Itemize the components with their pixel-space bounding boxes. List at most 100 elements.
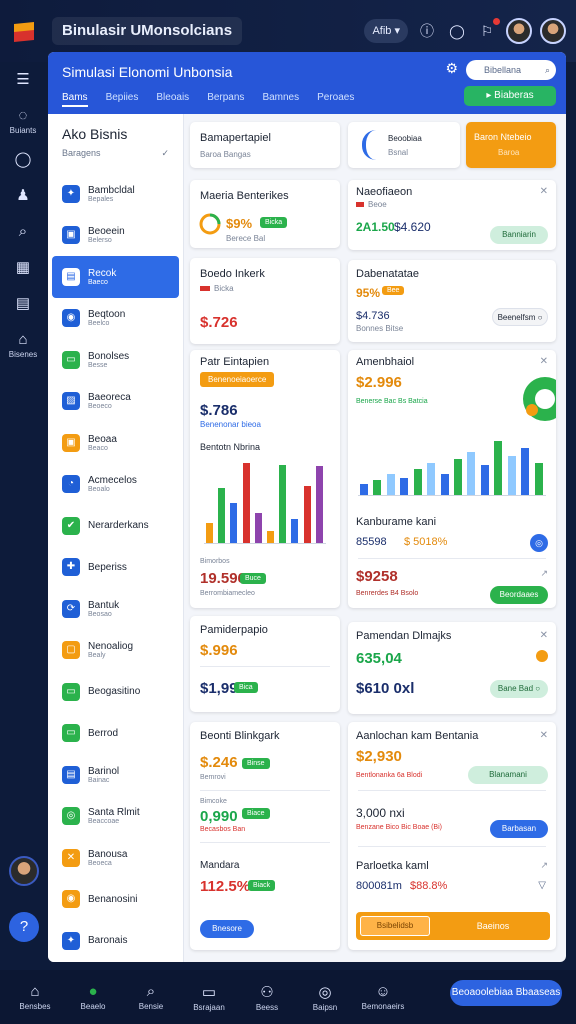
- sidebar-item-sub: Beoeco: [88, 403, 112, 411]
- sidebar-item[interactable]: ▭ Bonolses Besse: [48, 339, 183, 381]
- sidebar-item-sub: Bainac: [88, 776, 110, 784]
- nav-location[interactable]: ◎ Baipsn: [296, 983, 354, 1012]
- nav-search[interactable]: ⌕ Bensie: [122, 983, 180, 1011]
- card-value: $.996: [200, 642, 238, 659]
- sidebar-item-text: Bambcldal Bepales: [88, 185, 135, 203]
- sidebar-item[interactable]: ▨ Baeoreca Beoeco: [48, 381, 183, 423]
- tab-5[interactable]: Bamnes: [262, 92, 299, 107]
- card-highlight[interactable]: Baron Ntebeio Baroa: [466, 122, 556, 168]
- sidebar-item-text: Benanosini: [88, 894, 137, 905]
- search-input[interactable]: Bibellana ⌕: [466, 60, 556, 80]
- app-title: Binulasir UMonsolcians: [52, 17, 243, 45]
- gear-icon[interactable]: ⚙: [445, 60, 458, 77]
- sidebar-item[interactable]: ◉ Benanosini: [48, 879, 183, 921]
- sidebar-item[interactable]: ✔ Nerarderkans: [48, 505, 183, 547]
- avatar-secondary[interactable]: [540, 18, 566, 44]
- card-button[interactable]: Bane Bad ○: [490, 680, 548, 698]
- nav-inbox[interactable]: ▭ Bsrajaan: [180, 983, 238, 1012]
- sidebar-item[interactable]: ◉ Beqtoon Beelco: [48, 298, 183, 340]
- card-button[interactable]: Bnesore: [200, 920, 254, 938]
- nav-groups[interactable]: ⚇ Beess: [238, 983, 296, 1012]
- sidebar-item[interactable]: ▣ Beoaa Beaco: [48, 422, 183, 464]
- nav-home[interactable]: ⌂ Bensbes: [6, 983, 64, 1011]
- card-button[interactable]: Beordaaes: [490, 586, 548, 604]
- chat-icon[interactable]: ◯: [446, 20, 468, 42]
- help-icon[interactable]: ?: [9, 912, 39, 942]
- action-button[interactable]: Baeinos: [438, 918, 548, 934]
- sidebar-item[interactable]: ▭ Beogasitino: [48, 671, 183, 713]
- tab-2[interactable]: Bepiies: [106, 92, 139, 107]
- card-price[interactable]: Pamiderpapio $.996 $1,99 Bica: [190, 616, 340, 712]
- user-avatar[interactable]: [9, 856, 39, 886]
- sidebar-item[interactable]: ◔ Acmecelos Beoalo: [48, 464, 183, 506]
- card-region[interactable]: Pamendan Dlmajks ✕ 635,04 $610 0xl Bane …: [348, 622, 556, 714]
- card-chart-left[interactable]: Patr Eintapien Benenoeiaoerce $.786 Bene…: [190, 350, 340, 608]
- sidebar-item[interactable]: ✚ Beperiss: [48, 547, 183, 589]
- close-icon[interactable]: ✕: [540, 356, 548, 367]
- card-summary[interactable]: Bamapertapiel Baroa Bangas: [190, 122, 340, 168]
- close-icon[interactable]: ✕: [540, 186, 548, 197]
- expand-icon[interactable]: ↗: [540, 568, 548, 579]
- account-pill[interactable]: Afib ▾: [364, 19, 408, 43]
- filter-icon[interactable]: ▽: [538, 880, 546, 891]
- card-navigation[interactable]: Naeofiaeon ✕ Beoe 2A1.50 $4.620 Banniari…: [348, 180, 556, 250]
- sidebar-item[interactable]: ▤ Recok Baeco: [52, 256, 179, 298]
- card-button[interactable]: Banniarin: [490, 226, 548, 244]
- chart-bar: [315, 466, 323, 543]
- action-input[interactable]: Bsibelidsb: [360, 916, 430, 936]
- tab-6[interactable]: Peroaes: [317, 92, 354, 107]
- flag-icon: [200, 286, 210, 291]
- calendar-icon[interactable]: ▦: [0, 250, 46, 286]
- status-badge: Bee: [382, 286, 405, 295]
- sidebar-item-text: Santa Rlmit Beaccoae: [88, 807, 140, 825]
- nav-profile[interactable]: ☺ Bemonaeirs: [354, 983, 412, 1011]
- sidebar-item[interactable]: ◎Basnol laakaBeniasac: [48, 962, 183, 963]
- sidebar-item[interactable]: ✕ Banousa Beoeca: [48, 837, 183, 879]
- sidebar-filter[interactable]: Baragens ✓: [48, 148, 183, 173]
- card-index[interactable]: Beonti Blinkgark $.246 Binse Bemrovi Bim…: [190, 722, 340, 950]
- tab-1[interactable]: Bams: [62, 92, 88, 107]
- document-icon[interactable]: ▤: [0, 286, 46, 322]
- message-icon[interactable]: ◯: [0, 142, 46, 178]
- card-stock[interactable]: Boedo Inkerk Bicka $.726: [190, 258, 340, 344]
- bottom-action-button[interactable]: Beoaoolebiaa Bbaaseas: [450, 980, 562, 1006]
- primary-action-button[interactable]: ▸ Biaberas: [464, 86, 556, 106]
- card-sub: Bemrovi: [200, 774, 226, 781]
- card-button-2[interactable]: Barbasan: [490, 820, 548, 838]
- card-button[interactable]: Beenelfsm ○: [492, 308, 548, 326]
- sidebar-item[interactable]: ▭ Berrod: [48, 713, 183, 755]
- menu-icon[interactable]: ☰: [0, 62, 46, 98]
- nav-chat[interactable]: ● Beaelo: [64, 983, 122, 1011]
- close-icon[interactable]: ✕: [540, 630, 548, 641]
- sidebar-item[interactable]: ✦ Baronais: [48, 920, 183, 962]
- card-button[interactable]: Blanamani: [468, 766, 548, 784]
- groups-icon: ⚇: [260, 983, 274, 1001]
- sidebar-item[interactable]: ▣ Beoeein Belerso: [48, 215, 183, 257]
- close-icon[interactable]: ✕: [540, 730, 548, 741]
- card-market[interactable]: Maeria Benterikes $9% Bicka Berece Bal: [190, 180, 340, 248]
- card-indicator[interactable]: Beoobiaa Bsnal: [348, 122, 460, 168]
- user-icon[interactable]: ♟: [0, 178, 46, 214]
- sidebar-item[interactable]: ✦ Bambcldal Bepales: [48, 173, 183, 215]
- tab-4[interactable]: Berpans: [207, 92, 244, 107]
- nav-label: Beaelo: [80, 1002, 106, 1011]
- card-sub: Baroa: [498, 148, 520, 157]
- card-value-2: $9258: [356, 568, 398, 585]
- sidebar-item[interactable]: ▤ Barinol Bainac: [48, 754, 183, 796]
- sidebar-item-label: Beoaa: [88, 433, 117, 445]
- card-analysis[interactable]: Aanlochan kam Bentania ✕ $2,930 Bentlona…: [348, 722, 556, 950]
- sidebar-item[interactable]: ⟳ Bantuk Beosao: [48, 588, 183, 630]
- expand-icon[interactable]: ↗: [540, 860, 548, 871]
- card-footer-value: 19.596: [200, 570, 246, 587]
- tab-3[interactable]: Bleoais: [156, 92, 189, 107]
- card-chart-right[interactable]: Amenbhaiol ✕ $2.996 Benerse Bac Bs Batci…: [348, 350, 556, 608]
- sidebar-item[interactable]: ◎ Santa Rlmit Beaccoae: [48, 796, 183, 838]
- sidebar-item[interactable]: ▢ Nenoaliog Bealy: [48, 630, 183, 672]
- search-rail-icon[interactable]: ⌕: [0, 214, 46, 250]
- info-icon[interactable]: ⓘ: [416, 20, 438, 42]
- target-icon[interactable]: ◎: [530, 534, 548, 552]
- card-sub-2: Bimcoke: [200, 798, 227, 805]
- avatar[interactable]: [506, 18, 532, 44]
- notification-icon[interactable]: ⚐: [476, 18, 500, 42]
- card-dashboard-data[interactable]: Dabenatatae 95% Bee $4.736 Bonnes Bitse …: [348, 260, 556, 342]
